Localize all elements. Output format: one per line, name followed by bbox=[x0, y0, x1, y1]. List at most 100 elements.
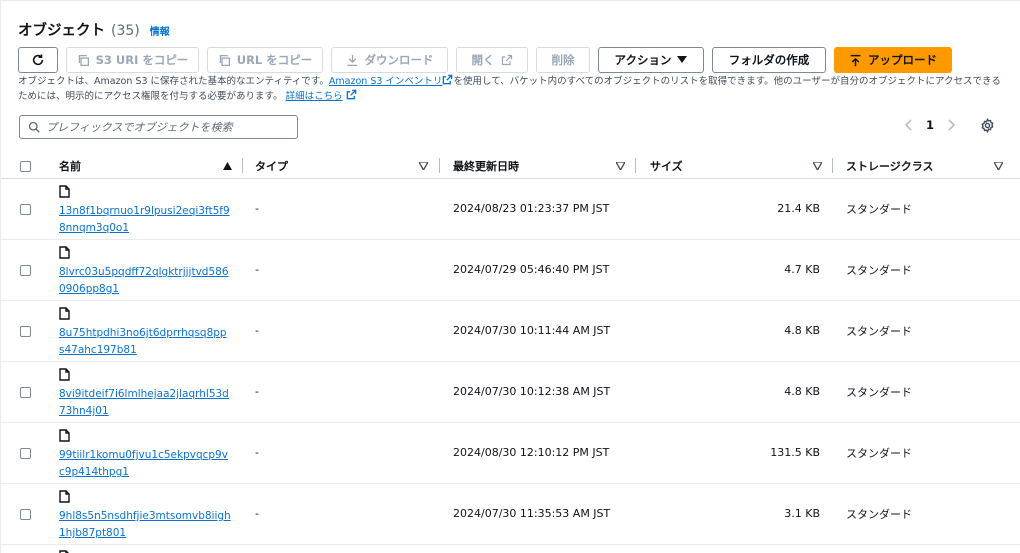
upload-label: アップロード bbox=[868, 53, 937, 67]
copy-s3-uri-button[interactable]: S3 URI をコピー bbox=[66, 47, 199, 73]
table-row: 8u75htpdhi3no6jt6dprrhqsq8pps47ahc197b81… bbox=[1, 301, 1020, 362]
row-checkbox[interactable] bbox=[20, 448, 31, 459]
object-last-modified: 2024/07/30 10:11:44 AM JST bbox=[453, 324, 611, 337]
sort-icon[interactable] bbox=[419, 162, 428, 170]
sort-icon[interactable] bbox=[616, 162, 625, 170]
gear-icon bbox=[981, 118, 994, 133]
details-link[interactable]: 詳細はこちら bbox=[286, 91, 343, 102]
table-row: 99tiilr1komu0fjvu1c5ekpvqcp9vc9p414thpg1… bbox=[1, 423, 1020, 484]
column-separator[interactable] bbox=[635, 158, 636, 173]
sort-icon[interactable] bbox=[813, 162, 822, 170]
objects-panel: オブジェクト (35) 情報 S3 URI をコピー URL をコピー ダウンロ… bbox=[0, 0, 1020, 553]
upload-icon bbox=[850, 54, 861, 66]
create-folder-button[interactable]: フォルダの作成 bbox=[712, 47, 826, 73]
preferences-button[interactable] bbox=[980, 118, 995, 136]
table-row: 8lvrc03u5pqdff72qlgktrjjjtvd5860906pp8g1… bbox=[1, 240, 1020, 301]
column-header-name[interactable]: 名前 bbox=[59, 153, 81, 179]
open-button[interactable]: 開く bbox=[456, 47, 528, 73]
copy-url-button[interactable]: URL をコピー bbox=[207, 47, 323, 73]
column-separator[interactable] bbox=[242, 158, 243, 173]
select-all-checkbox[interactable] bbox=[20, 160, 31, 172]
object-type: - bbox=[255, 385, 259, 398]
object-size: 131.5 KB bbox=[770, 446, 820, 459]
page-number[interactable]: 1 bbox=[926, 118, 934, 132]
caret-down-icon bbox=[677, 56, 688, 63]
row-checkbox[interactable] bbox=[20, 265, 31, 276]
search-box bbox=[19, 115, 298, 139]
object-size: 4.7 KB bbox=[784, 263, 820, 276]
table-row: 9hl8s5n5nsdhfjie3mtsomvb8iigh1hjb87pt801… bbox=[1, 484, 1020, 545]
info-link[interactable]: 情報 bbox=[150, 23, 170, 38]
download-button[interactable]: ダウンロード bbox=[331, 47, 448, 73]
chevron-left-icon[interactable] bbox=[904, 119, 912, 131]
object-last-modified: 2024/07/29 05:46:40 PM JST bbox=[453, 263, 610, 276]
table-row: 13n8f1bqrnuo1r9lpusi2eqi3ft5f98nnqm3q0o1… bbox=[1, 179, 1020, 240]
object-last-modified: 2024/08/30 12:10:12 PM JST bbox=[453, 446, 610, 459]
column-separator[interactable] bbox=[439, 158, 440, 173]
upload-button[interactable]: アップロード bbox=[834, 47, 952, 73]
object-size: 4.8 KB bbox=[784, 324, 820, 337]
external-link-icon bbox=[346, 89, 356, 100]
copy-icon bbox=[78, 54, 89, 66]
object-name-link[interactable]: 8lvrc03u5pqdff72qlgktrjjjtvd5860906pp8g1 bbox=[59, 264, 231, 298]
object-storage-class: スタンダード bbox=[846, 264, 912, 277]
delete-label: 削除 bbox=[551, 53, 575, 67]
object-last-modified: 2024/07/30 10:12:38 AM JST bbox=[453, 385, 611, 398]
download-label: ダウンロード bbox=[364, 53, 434, 67]
object-last-modified: 2024/07/30 11:35:53 AM JST bbox=[453, 507, 611, 520]
page-title: オブジェクト bbox=[18, 23, 105, 39]
column-separator[interactable] bbox=[832, 158, 833, 173]
actions-label: アクション bbox=[614, 53, 672, 67]
file-icon bbox=[59, 307, 70, 320]
column-header-type[interactable]: タイプ bbox=[255, 153, 288, 179]
object-storage-class: スタンダード bbox=[846, 508, 912, 521]
object-name-link[interactable]: 99tiilr1komu0fjvu1c5ekpvqcp9vc9p414thpg1 bbox=[59, 447, 231, 481]
table-header: 名前 タイプ 最終更新日時 サイズ ストレージクラス bbox=[1, 153, 1020, 179]
refresh-button[interactable] bbox=[18, 47, 58, 73]
object-type: - bbox=[255, 507, 259, 520]
toolbar: S3 URI をコピー URL をコピー ダウンロード 開く 削除 アクション … bbox=[18, 47, 952, 73]
column-header-last-modified[interactable]: 最終更新日時 bbox=[453, 153, 519, 179]
copy-url-label: URL をコピー bbox=[236, 53, 313, 67]
create-folder-label: フォルダの作成 bbox=[728, 53, 810, 67]
row-checkbox[interactable] bbox=[20, 509, 31, 520]
file-icon bbox=[59, 246, 70, 259]
object-name-link[interactable]: 8vi9itdeif7i6lmlhejaa2jlaqrhl53d73hn4j01 bbox=[59, 386, 231, 420]
select-all-checkbox-cell bbox=[20, 153, 31, 179]
refresh-icon bbox=[32, 54, 44, 66]
pagination: 1 bbox=[904, 118, 956, 132]
external-link-icon bbox=[501, 54, 512, 66]
object-storage-class: スタンダード bbox=[846, 386, 912, 399]
row-checkbox[interactable] bbox=[20, 387, 31, 398]
object-storage-class: スタンダード bbox=[846, 447, 912, 460]
object-type: - bbox=[255, 202, 259, 215]
actions-dropdown[interactable]: アクション bbox=[598, 47, 704, 73]
row-checkbox[interactable] bbox=[20, 204, 31, 215]
column-header-storage-class[interactable]: ストレージクラス bbox=[846, 153, 934, 179]
object-type: - bbox=[255, 263, 259, 276]
object-last-modified: 2024/08/23 01:23:37 PM JST bbox=[453, 202, 610, 215]
file-icon bbox=[59, 429, 70, 442]
sort-ascending-icon[interactable] bbox=[223, 162, 232, 170]
object-name-link[interactable]: 8u75htpdhi3no6jt6dprrhqsq8pps47ahc197b81 bbox=[59, 325, 231, 359]
file-icon bbox=[59, 490, 70, 503]
file-icon bbox=[59, 185, 70, 198]
object-name-link[interactable]: 9hl8s5n5nsdhfjie3mtsomvb8iigh1hjb87pt801 bbox=[59, 508, 231, 542]
file-icon bbox=[59, 368, 70, 381]
sort-icon[interactable] bbox=[994, 162, 1003, 170]
row-checkbox[interactable] bbox=[20, 326, 31, 337]
search-input[interactable] bbox=[46, 120, 286, 134]
open-label: 開く bbox=[471, 53, 495, 67]
object-name-link[interactable]: 13n8f1bqrnuo1r9lpusi2eqi3ft5f98nnqm3q0o1 bbox=[59, 203, 231, 237]
inventory-link[interactable]: Amazon S3 インベントリ bbox=[329, 76, 443, 87]
column-header-size[interactable]: サイズ bbox=[650, 153, 683, 179]
table-row: 8vi9itdeif7i6lmlhejaa2jlaqrhl53d73hn4j01… bbox=[1, 362, 1020, 423]
copy-icon bbox=[219, 54, 230, 66]
external-link-icon bbox=[443, 74, 453, 85]
table-row-partial bbox=[1, 545, 1020, 553]
chevron-right-icon[interactable] bbox=[948, 119, 956, 131]
object-size: 4.8 KB bbox=[784, 385, 820, 398]
object-size: 3.1 KB bbox=[784, 507, 820, 520]
delete-button[interactable]: 削除 bbox=[536, 47, 590, 73]
object-size: 21.4 KB bbox=[777, 202, 820, 215]
